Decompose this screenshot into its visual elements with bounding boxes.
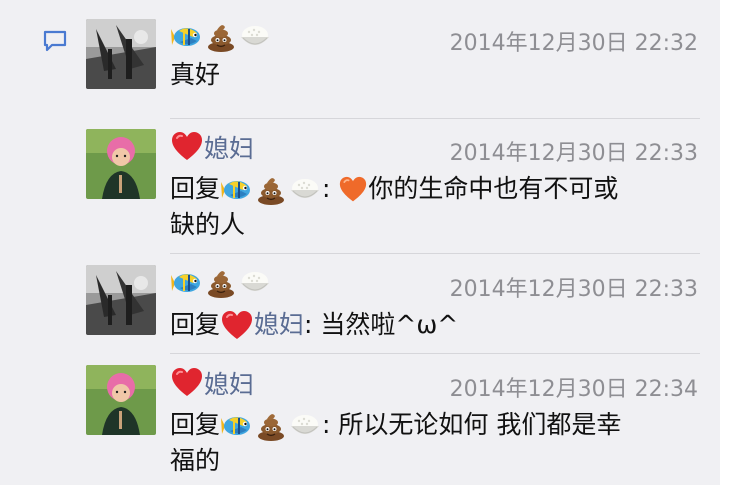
orange-heart-emoji-icon <box>339 176 367 204</box>
red-heart-emoji-icon <box>171 367 203 399</box>
pile-of-poo-emoji-icon <box>205 21 237 53</box>
avatar[interactable] <box>86 365 156 435</box>
tropical-fish-emoji-icon <box>171 21 203 53</box>
avatar[interactable] <box>86 129 156 199</box>
cooked-rice-emoji-icon <box>239 267 271 299</box>
cooked-rice-emoji-icon <box>239 21 271 53</box>
comment-text: 回复: 你的生命中也有不可或 缺的人 <box>170 174 619 239</box>
comment-text: 回复 媳妇: 当然啦^ω^ <box>170 307 695 343</box>
red-heart-emoji-icon <box>221 310 253 342</box>
author-name[interactable] <box>170 267 272 299</box>
reply-target[interactable] <box>220 410 322 439</box>
cooked-rice-emoji-icon <box>289 410 321 442</box>
comment-header: 2014年12月30日 22:32 <box>170 19 700 56</box>
comment-header: 媳妇 2014年12月30日 22:33 <box>170 129 700 166</box>
divider <box>170 118 700 119</box>
tropical-fish-emoji-icon <box>221 174 253 206</box>
author-name[interactable] <box>170 21 272 53</box>
pile-of-poo-emoji-icon <box>255 410 287 442</box>
comment-text: 真好 <box>170 60 221 89</box>
comment-header: 媳妇 2014年12月30日 22:34 <box>170 365 700 402</box>
reply-target[interactable] <box>220 174 322 203</box>
comment-panel: 2014年12月30日 22:32 真好 媳妇 2014年12月30日 22:3… <box>0 0 720 485</box>
comment-header: 2014年12月30日 22:33 <box>170 265 700 302</box>
timestamp: 2014年12月30日 22:33 <box>449 141 698 166</box>
timestamp: 2014年12月30日 22:34 <box>449 377 698 402</box>
reply-target[interactable]: 媳妇 <box>254 310 304 339</box>
divider <box>170 253 700 254</box>
divider <box>170 353 700 354</box>
avatar[interactable] <box>86 265 156 335</box>
tropical-fish-emoji-icon <box>171 267 203 299</box>
timestamp: 2014年12月30日 22:32 <box>449 31 698 56</box>
red-heart-emoji-icon <box>171 131 203 163</box>
tropical-fish-emoji-icon <box>221 410 253 442</box>
pile-of-poo-emoji-icon <box>205 267 237 299</box>
pile-of-poo-emoji-icon <box>255 174 287 206</box>
comment-text: 回复: 所以无论如何 我们都是幸 福的 <box>170 410 622 475</box>
author-name[interactable]: 媳妇 <box>170 365 254 401</box>
avatar[interactable] <box>86 19 156 89</box>
author-name[interactable]: 媳妇 <box>170 129 254 165</box>
speech-bubble-icon <box>43 30 67 52</box>
cooked-rice-emoji-icon <box>289 174 321 206</box>
timestamp: 2014年12月30日 22:33 <box>449 277 698 302</box>
